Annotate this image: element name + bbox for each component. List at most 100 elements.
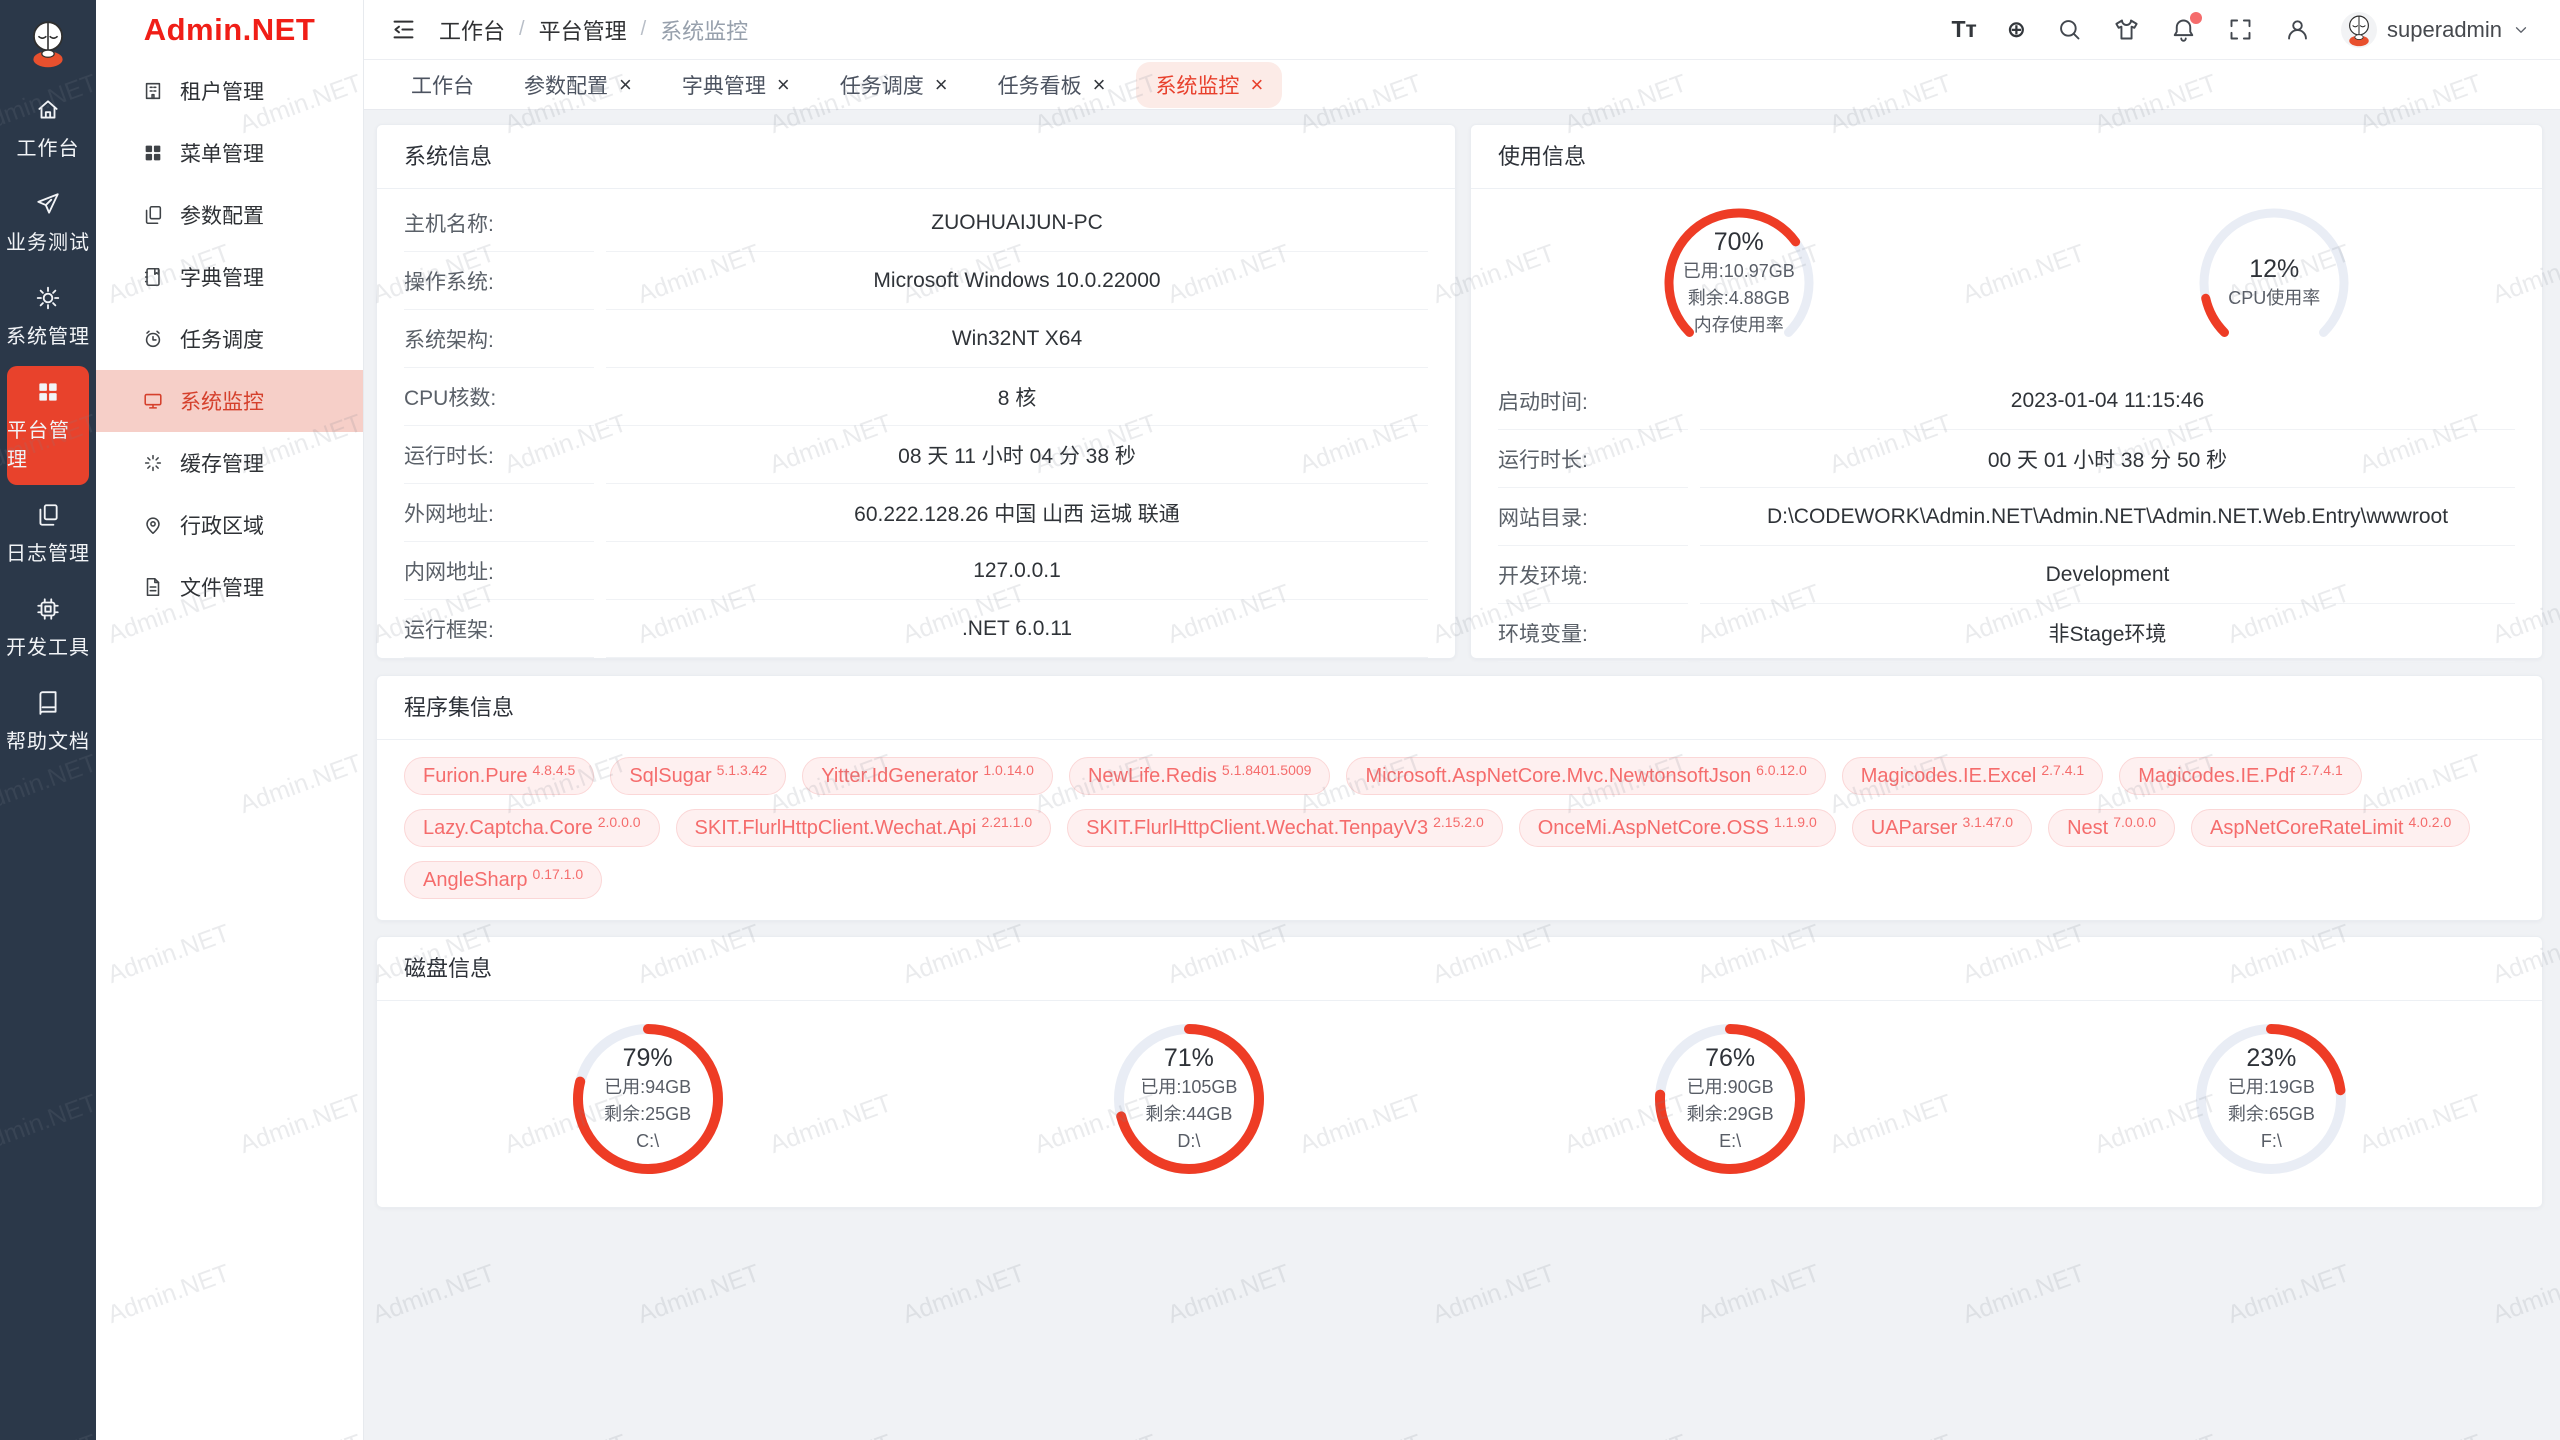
assembly-tag-name: Magicodes.IE.Pdf bbox=[2138, 758, 2295, 794]
rail-item[interactable]: 帮助文档 bbox=[0, 677, 96, 767]
tab-label: 任务调度 bbox=[840, 70, 924, 100]
rail-item[interactable]: 系统管理 bbox=[0, 272, 96, 362]
info-row: 主机名称:ZUOHUAIJUN-PC bbox=[404, 194, 1428, 252]
alarm-icon bbox=[142, 328, 164, 350]
breadcrumb-separator: / bbox=[519, 18, 525, 41]
usage-info-card-title: 使用信息 bbox=[1471, 125, 2542, 189]
info-row-label: 网站目录: bbox=[1498, 488, 1688, 546]
info-row-value: .NET 6.0.11 bbox=[606, 600, 1428, 658]
assembly-tag: OnceMi.AspNetCore.OSS1.1.9.0 bbox=[1519, 809, 1836, 847]
disk-usage-gauge-c: 79%已用:94GB剩余:25GBC:\ bbox=[564, 1015, 732, 1183]
home-icon bbox=[35, 97, 61, 123]
rail-item-label: 帮助文档 bbox=[6, 725, 90, 754]
rail-item[interactable]: 工作台 bbox=[0, 84, 96, 174]
assembly-tag: SKIT.FlurlHttpClient.Wechat.TenpayV32.15… bbox=[1067, 809, 1503, 847]
gauge-cell: 79%已用:94GB剩余:25GBC:\ bbox=[377, 1015, 918, 1183]
info-row: 环境变量:非Stage环境 bbox=[1498, 604, 2515, 662]
submenu-item[interactable]: 菜单管理 bbox=[96, 122, 363, 184]
rail-item[interactable]: 日志管理 bbox=[0, 489, 96, 579]
assembly-tag-version: 5.1.3.42 bbox=[717, 752, 768, 788]
tab-close-icon[interactable]: × bbox=[1093, 74, 1106, 96]
notification-bell-icon[interactable] bbox=[2170, 16, 2197, 43]
assembly-tag-version: 4.8.4.5 bbox=[533, 752, 576, 788]
assembly-tag-name: Magicodes.IE.Excel bbox=[1861, 758, 2037, 794]
tab-close-icon[interactable]: × bbox=[619, 74, 632, 96]
submenu-item-label: 参数配置 bbox=[180, 200, 264, 230]
location-icon bbox=[142, 514, 164, 536]
assembly-tag: Magicodes.IE.Excel2.7.4.1 bbox=[1842, 757, 2103, 795]
tab[interactable]: 任务调度 × bbox=[821, 62, 967, 108]
breadcrumb: 工作台/平台管理/系统监控 bbox=[439, 14, 748, 46]
assembly-tag-version: 2.7.4.1 bbox=[2041, 752, 2084, 788]
profile-icon[interactable] bbox=[2284, 16, 2311, 43]
tab[interactable]: 系统监控× bbox=[1136, 62, 1282, 108]
rail-item-label: 系统管理 bbox=[6, 320, 90, 349]
user-menu[interactable]: superadmin bbox=[2341, 12, 2530, 48]
breadcrumb-item[interactable]: 平台管理 bbox=[539, 14, 627, 46]
tab-close-icon[interactable]: × bbox=[777, 74, 790, 96]
info-row-value: 00 天 01 小时 38 分 50 秒 bbox=[1700, 430, 2515, 488]
submenu-item-label: 文件管理 bbox=[180, 572, 264, 602]
info-row-label: 内网地址: bbox=[404, 542, 594, 600]
info-row: CPU核数:8 核 bbox=[404, 368, 1428, 426]
menu-collapse-icon[interactable] bbox=[390, 16, 417, 43]
rail-item[interactable]: 开发工具 bbox=[0, 583, 96, 673]
tab-close-icon[interactable]: × bbox=[935, 74, 948, 96]
main-area: 工作台/平台管理/系统监控 Tт⊕ superadmin 工作台参数配置×字典管… bbox=[364, 0, 2560, 1440]
submenu-item[interactable]: 缓存管理 bbox=[96, 432, 363, 494]
system-info-card: 系统信息 主机名称:ZUOHUAIJUN-PC操作系统:Microsoft Wi… bbox=[376, 124, 1456, 659]
gauge-sub-label: E:\ bbox=[1719, 1129, 1741, 1154]
submenu-item[interactable]: 行政区域 bbox=[96, 494, 363, 556]
language-icon[interactable]: ⊕ bbox=[2007, 16, 2026, 43]
topbar-icon-group: Tт ⊕ bbox=[1951, 16, 2311, 43]
rail-item[interactable]: 业务测试 bbox=[0, 178, 96, 268]
submenu-item[interactable]: 任务调度 bbox=[96, 308, 363, 370]
info-row-label: 启动时间: bbox=[1498, 372, 1688, 430]
assembly-tag-version: 6.0.12.0 bbox=[1756, 752, 1807, 788]
font-size-icon[interactable]: Tт bbox=[1951, 16, 1976, 43]
submenu-item[interactable]: 文件管理 bbox=[96, 556, 363, 618]
gauge-percent: 23% bbox=[2246, 1044, 2296, 1073]
page-content: 系统信息 主机名称:ZUOHUAIJUN-PC操作系统:Microsoft Wi… bbox=[364, 110, 2560, 1440]
footer-brand: Admin.NET bbox=[376, 1436, 2543, 1440]
info-row-value: 非Stage环境 bbox=[1700, 604, 2515, 662]
submenu-item[interactable]: 字典管理 bbox=[96, 246, 363, 308]
disk-usage-gauge-e: 76%已用:90GB剩余:29GBE:\ bbox=[1646, 1015, 1814, 1183]
breadcrumb-item[interactable]: 工作台 bbox=[439, 14, 505, 46]
info-row-value: D:\CODEWORK\Admin.NET\Admin.NET\Admin.NE… bbox=[1700, 488, 2515, 546]
tab[interactable]: 参数配置× bbox=[505, 62, 651, 108]
gauge-sub-label: 已用:19GB bbox=[2228, 1075, 2315, 1100]
submenu-item[interactable]: 租户管理 bbox=[96, 60, 363, 122]
submenu-item[interactable]: 参数配置 bbox=[96, 184, 363, 246]
gauge-cell: 76%已用:90GB剩余:29GBE:\ bbox=[1460, 1015, 2001, 1183]
gauge-percent: 12% bbox=[2249, 255, 2299, 284]
tab[interactable]: 任务看板× bbox=[979, 62, 1125, 108]
assembly-tag-name: SKIT.FlurlHttpClient.Wechat.Api bbox=[695, 810, 977, 846]
theme-skin-icon[interactable] bbox=[2113, 16, 2140, 43]
gauge-sub-label: 剩余:29GB bbox=[1687, 1102, 1774, 1127]
tab-close-icon[interactable]: × bbox=[1250, 74, 1263, 96]
assembly-tag: UAParser3.1.47.0 bbox=[1852, 809, 2032, 847]
system-info-table: 主机名称:ZUOHUAIJUN-PC操作系统:Microsoft Windows… bbox=[377, 189, 1455, 658]
assembly-tag: SqlSugar5.1.3.42 bbox=[610, 757, 786, 795]
gauge-sub-label: 剩余:25GB bbox=[604, 1102, 691, 1127]
assembly-tag-version: 1.1.9.0 bbox=[1774, 804, 1817, 840]
doc-copy-icon bbox=[142, 204, 164, 226]
submenu-item[interactable]: 系统监控 bbox=[96, 370, 363, 432]
assembly-tag-name: SqlSugar bbox=[629, 758, 711, 794]
tabs-bar: 工作台参数配置×字典管理×任务调度×任务看板×系统监控× bbox=[364, 60, 2560, 110]
tab[interactable]: 字典管理× bbox=[663, 62, 809, 108]
file-icon bbox=[142, 576, 164, 598]
search-icon[interactable] bbox=[2056, 16, 2083, 43]
assembly-tag: Furion.Pure4.8.4.5 bbox=[404, 757, 594, 795]
breadcrumb-separator: / bbox=[641, 18, 647, 41]
fullscreen-icon[interactable] bbox=[2227, 16, 2254, 43]
rail-item[interactable]: 平台管理 bbox=[7, 366, 89, 485]
gauge-sub-label: CPU使用率 bbox=[2228, 286, 2320, 311]
assembly-tag-name: SKIT.FlurlHttpClient.Wechat.TenpayV3 bbox=[1086, 810, 1428, 846]
app-logo[interactable] bbox=[21, 16, 75, 70]
gauge-percent: 79% bbox=[623, 1044, 673, 1073]
notebook-icon bbox=[142, 266, 164, 288]
gauge-sub-label: 已用:10.97GB bbox=[1683, 259, 1795, 284]
tab[interactable]: 工作台 bbox=[392, 62, 493, 108]
